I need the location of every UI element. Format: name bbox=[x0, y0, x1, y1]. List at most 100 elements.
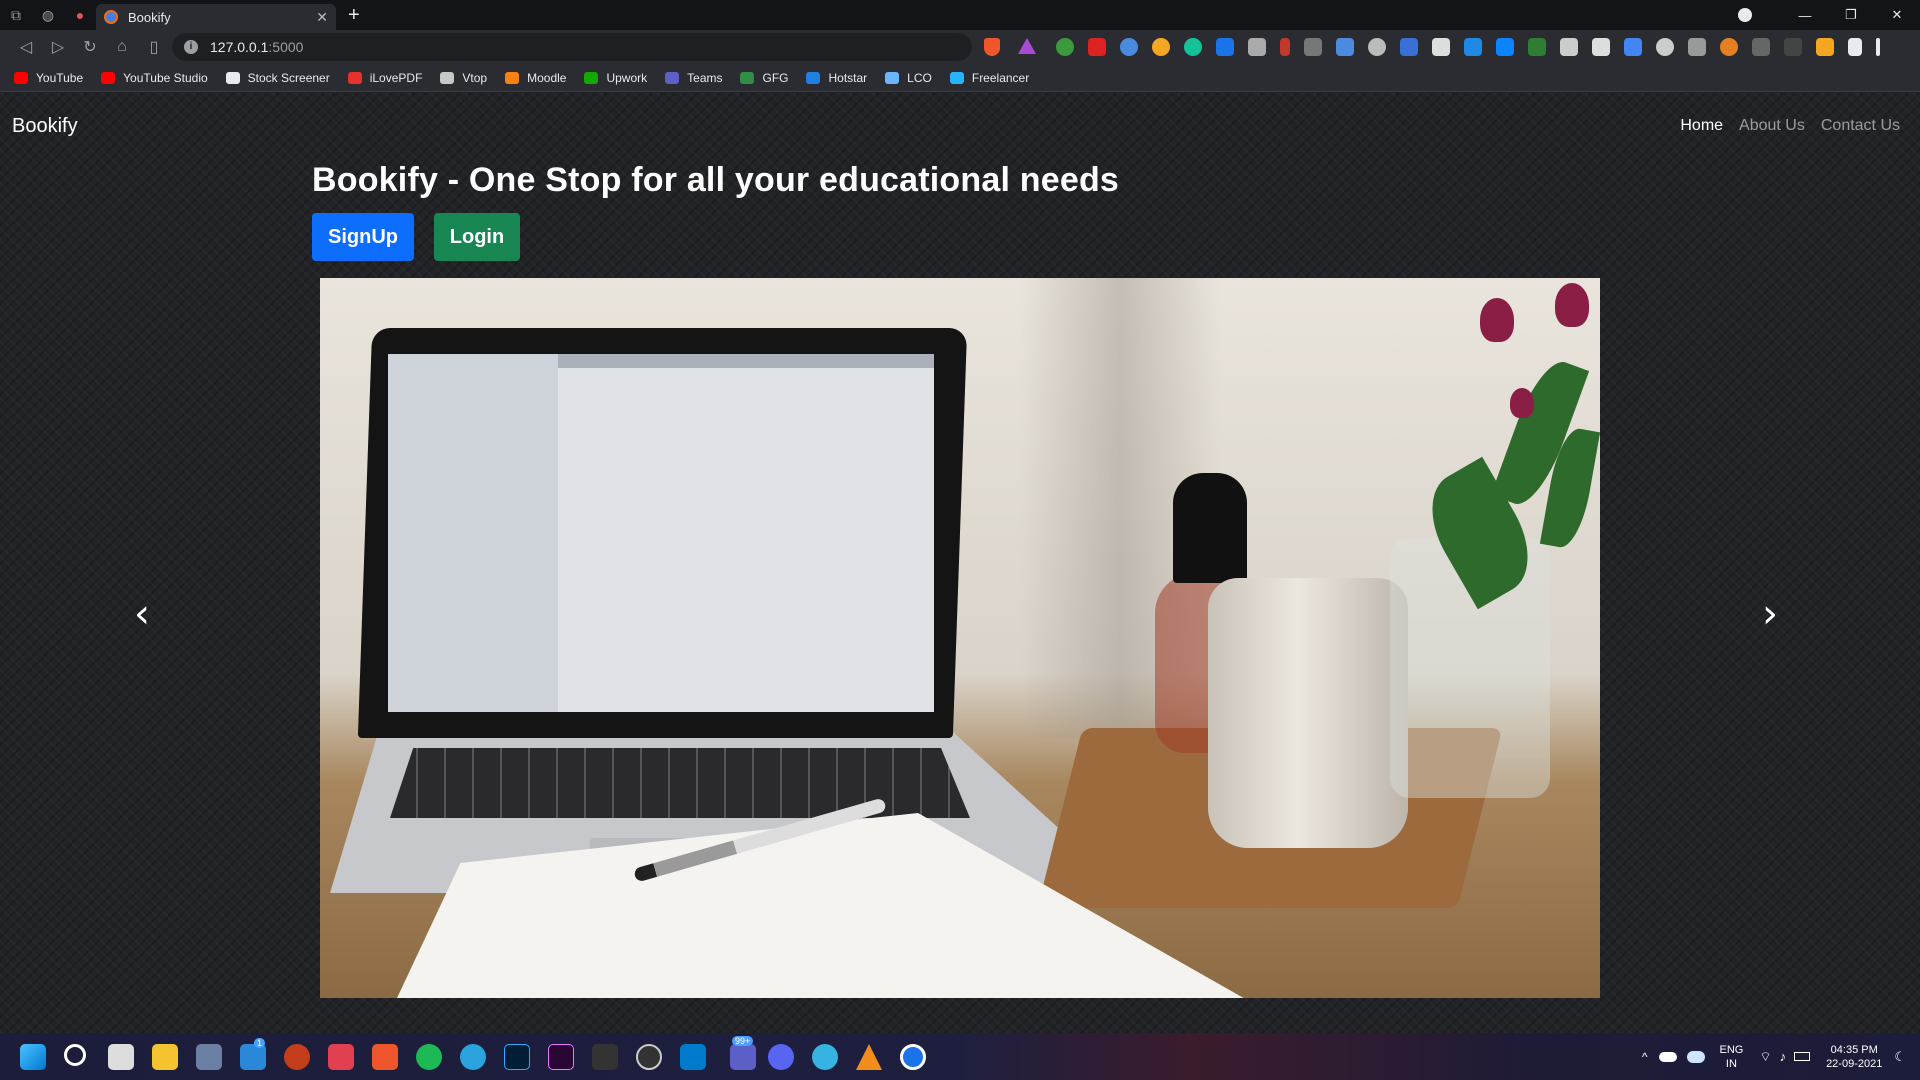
extension-icon[interactable] bbox=[1056, 38, 1074, 56]
volume-icon[interactable]: ♪ bbox=[1780, 1049, 1787, 1064]
onedrive-icon[interactable] bbox=[1659, 1051, 1678, 1062]
terminal-icon[interactable] bbox=[592, 1044, 618, 1070]
extension-icon[interactable] bbox=[1280, 38, 1290, 56]
bookmark-youtube-studio[interactable]: YouTube Studio bbox=[101, 71, 208, 85]
extension-icon[interactable] bbox=[1152, 38, 1170, 56]
bookmark-stock-screener[interactable]: Stock Screener bbox=[225, 71, 330, 85]
carousel-next-icon[interactable]: › bbox=[1762, 591, 1778, 637]
spotify-icon[interactable] bbox=[416, 1044, 442, 1070]
mail-icon[interactable]: 1 bbox=[240, 1038, 266, 1070]
signup-button[interactable]: SignUp bbox=[312, 213, 414, 261]
snipping-tool-icon[interactable] bbox=[328, 1044, 354, 1070]
extension-icon[interactable] bbox=[1464, 38, 1482, 56]
extension-icon[interactable] bbox=[1720, 38, 1738, 56]
back-icon[interactable]: ◁ bbox=[10, 37, 42, 57]
tab-bookify[interactable]: Bookify ✕ bbox=[96, 4, 336, 30]
brave-taskbar-icon[interactable] bbox=[372, 1044, 398, 1070]
address-bar[interactable]: i 127.0.0.1 :5000 bbox=[172, 33, 972, 61]
battery-icon[interactable] bbox=[1794, 1052, 1811, 1061]
site-info-icon[interactable]: i bbox=[184, 40, 198, 54]
new-tab-button[interactable]: + bbox=[348, 4, 360, 27]
bookmark-icon[interactable]: ▯ bbox=[138, 37, 170, 57]
vlc-icon[interactable] bbox=[856, 1044, 882, 1070]
chevron-up-icon[interactable]: ^ bbox=[1642, 1050, 1648, 1064]
bookmark-hotstar[interactable]: Hotstar bbox=[806, 71, 867, 85]
bookmark-moodle[interactable]: Moodle bbox=[505, 71, 566, 85]
edge-icon[interactable] bbox=[812, 1044, 838, 1070]
obs-icon[interactable] bbox=[636, 1044, 662, 1070]
pinned-tab-icon[interactable]: ◍ bbox=[32, 0, 64, 30]
extension-icon[interactable] bbox=[1368, 38, 1386, 56]
extension-icon[interactable] bbox=[1184, 38, 1202, 56]
notifications-icon[interactable]: ☾ bbox=[1894, 1049, 1906, 1065]
extension-icon[interactable] bbox=[1688, 38, 1706, 56]
language-indicator[interactable]: ENG IN bbox=[1719, 1043, 1743, 1071]
puzzle-icon[interactable] bbox=[1848, 38, 1862, 56]
wifi-icon[interactable]: ⌔ bbox=[1759, 1049, 1771, 1065]
extension-icon[interactable] bbox=[1560, 38, 1578, 56]
reload-icon[interactable]: ↻ bbox=[74, 37, 106, 57]
login-button[interactable]: Login bbox=[434, 213, 520, 261]
extension-icon[interactable] bbox=[1528, 38, 1546, 56]
extension-icon[interactable] bbox=[1336, 38, 1354, 56]
brave-shields-icon[interactable] bbox=[984, 38, 1000, 56]
nav-link-about[interactable]: About Us bbox=[1739, 117, 1805, 135]
bookmark-freelancer[interactable]: Freelancer bbox=[949, 71, 1029, 85]
record-icon[interactable]: ● bbox=[64, 0, 96, 30]
extension-icon[interactable] bbox=[1120, 38, 1138, 56]
extension-icon[interactable] bbox=[1624, 38, 1642, 56]
close-tab-icon[interactable]: ✕ bbox=[316, 9, 328, 26]
teams-taskbar-icon[interactable]: 99+ bbox=[730, 1036, 756, 1070]
bookmark-ilovepdf[interactable]: iLovePDF bbox=[347, 71, 422, 85]
restore-button[interactable]: ❐ bbox=[1828, 7, 1874, 23]
site-brand[interactable]: Bookify bbox=[12, 115, 78, 138]
powerpoint-icon[interactable] bbox=[284, 1044, 310, 1070]
minimize-button[interactable]: — bbox=[1782, 8, 1828, 23]
mail-badge: 1 bbox=[254, 1038, 266, 1048]
extension-icon[interactable] bbox=[1816, 38, 1834, 56]
clock[interactable]: 04:35 PM 22-09-2021 bbox=[1826, 1043, 1882, 1071]
extension-icon[interactable] bbox=[1304, 38, 1322, 56]
bookmark-label: GFG bbox=[762, 70, 789, 85]
extension-icon[interactable] bbox=[1248, 38, 1266, 56]
brave-rewards-icon[interactable] bbox=[1018, 38, 1036, 54]
extension-icon[interactable] bbox=[1400, 38, 1418, 56]
extension-icon[interactable] bbox=[1752, 38, 1770, 56]
close-window-button[interactable]: ✕ bbox=[1874, 7, 1920, 23]
vscode-icon[interactable] bbox=[680, 1044, 706, 1070]
file-explorer-icon[interactable] bbox=[152, 1044, 178, 1070]
home-icon[interactable]: ⌂ bbox=[106, 38, 138, 56]
search-icon[interactable] bbox=[64, 1044, 86, 1066]
extension-icon[interactable] bbox=[1216, 38, 1234, 56]
nav-link-contact[interactable]: Contact Us bbox=[1821, 117, 1900, 135]
start-icon[interactable] bbox=[20, 1044, 46, 1070]
bookmark-lco[interactable]: LCO bbox=[885, 71, 932, 85]
calculator-icon[interactable] bbox=[196, 1044, 222, 1070]
extension-icon[interactable] bbox=[1088, 38, 1106, 56]
bookmark-vtop[interactable]: Vtop bbox=[440, 71, 487, 85]
mug bbox=[1208, 578, 1408, 848]
weather-icon[interactable] bbox=[1687, 1050, 1706, 1063]
bookmark-youtube[interactable]: YouTube bbox=[14, 71, 83, 85]
bookmark-gfg[interactable]: GFG bbox=[740, 71, 788, 85]
app-icon[interactable] bbox=[900, 1044, 926, 1070]
menu-icon[interactable] bbox=[1876, 38, 1880, 56]
telegram-icon[interactable] bbox=[460, 1044, 486, 1070]
extension-icon[interactable] bbox=[1432, 38, 1450, 56]
bookmark-upwork[interactable]: Upwork bbox=[584, 71, 647, 85]
extension-icon[interactable] bbox=[1784, 38, 1802, 56]
bookmark-teams[interactable]: Teams bbox=[665, 71, 722, 85]
carousel-prev-icon[interactable]: ‹ bbox=[134, 591, 150, 637]
extension-icon[interactable] bbox=[1592, 38, 1610, 56]
url-port: :5000 bbox=[268, 39, 304, 55]
profile-icon[interactable] bbox=[1738, 8, 1752, 22]
photoshop-icon[interactable] bbox=[504, 1044, 530, 1070]
premiere-icon[interactable] bbox=[548, 1044, 574, 1070]
forward-icon[interactable]: ▷ bbox=[42, 37, 74, 57]
nav-link-home[interactable]: Home bbox=[1680, 117, 1723, 135]
discord-icon[interactable] bbox=[768, 1044, 794, 1070]
extension-icon[interactable] bbox=[1656, 38, 1674, 56]
sidebar-icon[interactable]: ⧉ bbox=[0, 0, 32, 30]
task-view-icon[interactable] bbox=[108, 1044, 134, 1070]
extension-icon[interactable] bbox=[1496, 38, 1514, 56]
